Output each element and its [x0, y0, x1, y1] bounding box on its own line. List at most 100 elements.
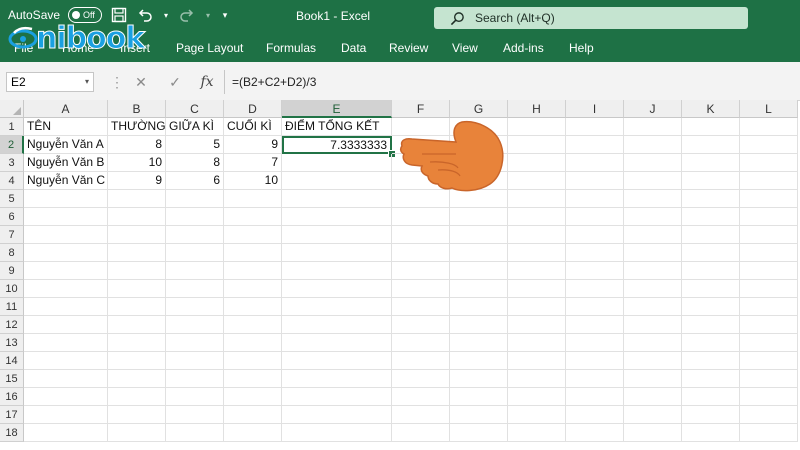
- cell-a10[interactable]: [24, 280, 108, 298]
- cell-i18[interactable]: [566, 424, 624, 442]
- row-header-1[interactable]: 1: [0, 118, 24, 136]
- tab-review[interactable]: Review: [389, 41, 428, 55]
- cell-h2[interactable]: [508, 136, 566, 154]
- cell-b17[interactable]: [108, 406, 166, 424]
- column-header-l[interactable]: L: [740, 100, 798, 118]
- cell-f12[interactable]: [392, 316, 450, 334]
- cell-k16[interactable]: [682, 388, 740, 406]
- cell-c5[interactable]: [166, 190, 224, 208]
- cell-k1[interactable]: [682, 118, 740, 136]
- column-header-b[interactable]: B: [108, 100, 166, 118]
- cell-d18[interactable]: [224, 424, 282, 442]
- cell-c11[interactable]: [166, 298, 224, 316]
- cell-h1[interactable]: [508, 118, 566, 136]
- cell-d15[interactable]: [224, 370, 282, 388]
- cell-k10[interactable]: [682, 280, 740, 298]
- tab-data[interactable]: Data: [341, 41, 366, 55]
- cell-a13[interactable]: [24, 334, 108, 352]
- cell-f18[interactable]: [392, 424, 450, 442]
- cell-b15[interactable]: [108, 370, 166, 388]
- cell-i1[interactable]: [566, 118, 624, 136]
- tab-formulas[interactable]: Formulas: [266, 41, 316, 55]
- row-header-13[interactable]: 13: [0, 334, 24, 352]
- cell-i15[interactable]: [566, 370, 624, 388]
- row-header-9[interactable]: 9: [0, 262, 24, 280]
- cell-d14[interactable]: [224, 352, 282, 370]
- cell-k14[interactable]: [682, 352, 740, 370]
- cell-j13[interactable]: [624, 334, 682, 352]
- cell-i4[interactable]: [566, 172, 624, 190]
- name-box-dropdown-icon[interactable]: ▾: [85, 73, 89, 91]
- cell-k3[interactable]: [682, 154, 740, 172]
- cell-e15[interactable]: [282, 370, 392, 388]
- cell-k9[interactable]: [682, 262, 740, 280]
- cell-c13[interactable]: [166, 334, 224, 352]
- cell-c7[interactable]: [166, 226, 224, 244]
- cell-i2[interactable]: [566, 136, 624, 154]
- customize-toolbar-icon[interactable]: ▾: [220, 6, 230, 24]
- cell-k2[interactable]: [682, 136, 740, 154]
- cell-d1[interactable]: CUỐI KÌ: [224, 118, 282, 136]
- cell-h7[interactable]: [508, 226, 566, 244]
- cell-l3[interactable]: [740, 154, 798, 172]
- cell-e7[interactable]: [282, 226, 392, 244]
- cell-h6[interactable]: [508, 208, 566, 226]
- cell-g10[interactable]: [450, 280, 508, 298]
- name-box[interactable]: E2 ▾: [6, 72, 94, 92]
- cell-i13[interactable]: [566, 334, 624, 352]
- cell-h12[interactable]: [508, 316, 566, 334]
- cell-h11[interactable]: [508, 298, 566, 316]
- cell-c17[interactable]: [166, 406, 224, 424]
- column-header-j[interactable]: J: [624, 100, 682, 118]
- cell-j18[interactable]: [624, 424, 682, 442]
- row-header-7[interactable]: 7: [0, 226, 24, 244]
- cell-d12[interactable]: [224, 316, 282, 334]
- cell-b7[interactable]: [108, 226, 166, 244]
- cell-l13[interactable]: [740, 334, 798, 352]
- cell-a5[interactable]: [24, 190, 108, 208]
- cell-c10[interactable]: [166, 280, 224, 298]
- cell-j3[interactable]: [624, 154, 682, 172]
- cell-f17[interactable]: [392, 406, 450, 424]
- cell-i6[interactable]: [566, 208, 624, 226]
- cell-g9[interactable]: [450, 262, 508, 280]
- cell-j11[interactable]: [624, 298, 682, 316]
- cell-i7[interactable]: [566, 226, 624, 244]
- cell-h15[interactable]: [508, 370, 566, 388]
- cell-b12[interactable]: [108, 316, 166, 334]
- column-header-a[interactable]: A: [24, 100, 108, 118]
- cell-j15[interactable]: [624, 370, 682, 388]
- cell-e1[interactable]: ĐIỂM TỔNG KẾT: [282, 118, 392, 136]
- row-header-4[interactable]: 4: [0, 172, 24, 190]
- tab-view[interactable]: View: [452, 41, 478, 55]
- cell-b13[interactable]: [108, 334, 166, 352]
- cell-h17[interactable]: [508, 406, 566, 424]
- cell-j1[interactable]: [624, 118, 682, 136]
- row-header-14[interactable]: 14: [0, 352, 24, 370]
- insert-function-icon[interactable]: fx: [198, 72, 216, 92]
- column-header-c[interactable]: C: [166, 100, 224, 118]
- cell-e11[interactable]: [282, 298, 392, 316]
- cell-k4[interactable]: [682, 172, 740, 190]
- cell-j5[interactable]: [624, 190, 682, 208]
- cell-j16[interactable]: [624, 388, 682, 406]
- tab-page-layout[interactable]: Page Layout: [176, 41, 243, 55]
- cell-f13[interactable]: [392, 334, 450, 352]
- cell-e10[interactable]: [282, 280, 392, 298]
- select-all-button[interactable]: [0, 100, 24, 118]
- cell-i10[interactable]: [566, 280, 624, 298]
- cell-h4[interactable]: [508, 172, 566, 190]
- column-header-e[interactable]: E: [282, 100, 392, 118]
- cell-a2[interactable]: Nguyễn Văn A: [24, 136, 108, 154]
- row-header-6[interactable]: 6: [0, 208, 24, 226]
- cell-l2[interactable]: [740, 136, 798, 154]
- cell-h5[interactable]: [508, 190, 566, 208]
- cell-b10[interactable]: [108, 280, 166, 298]
- cell-i12[interactable]: [566, 316, 624, 334]
- cell-l14[interactable]: [740, 352, 798, 370]
- cell-c4[interactable]: 6: [166, 172, 224, 190]
- cell-h3[interactable]: [508, 154, 566, 172]
- cell-d16[interactable]: [224, 388, 282, 406]
- cell-a3[interactable]: Nguyễn Văn B: [24, 154, 108, 172]
- cell-f7[interactable]: [392, 226, 450, 244]
